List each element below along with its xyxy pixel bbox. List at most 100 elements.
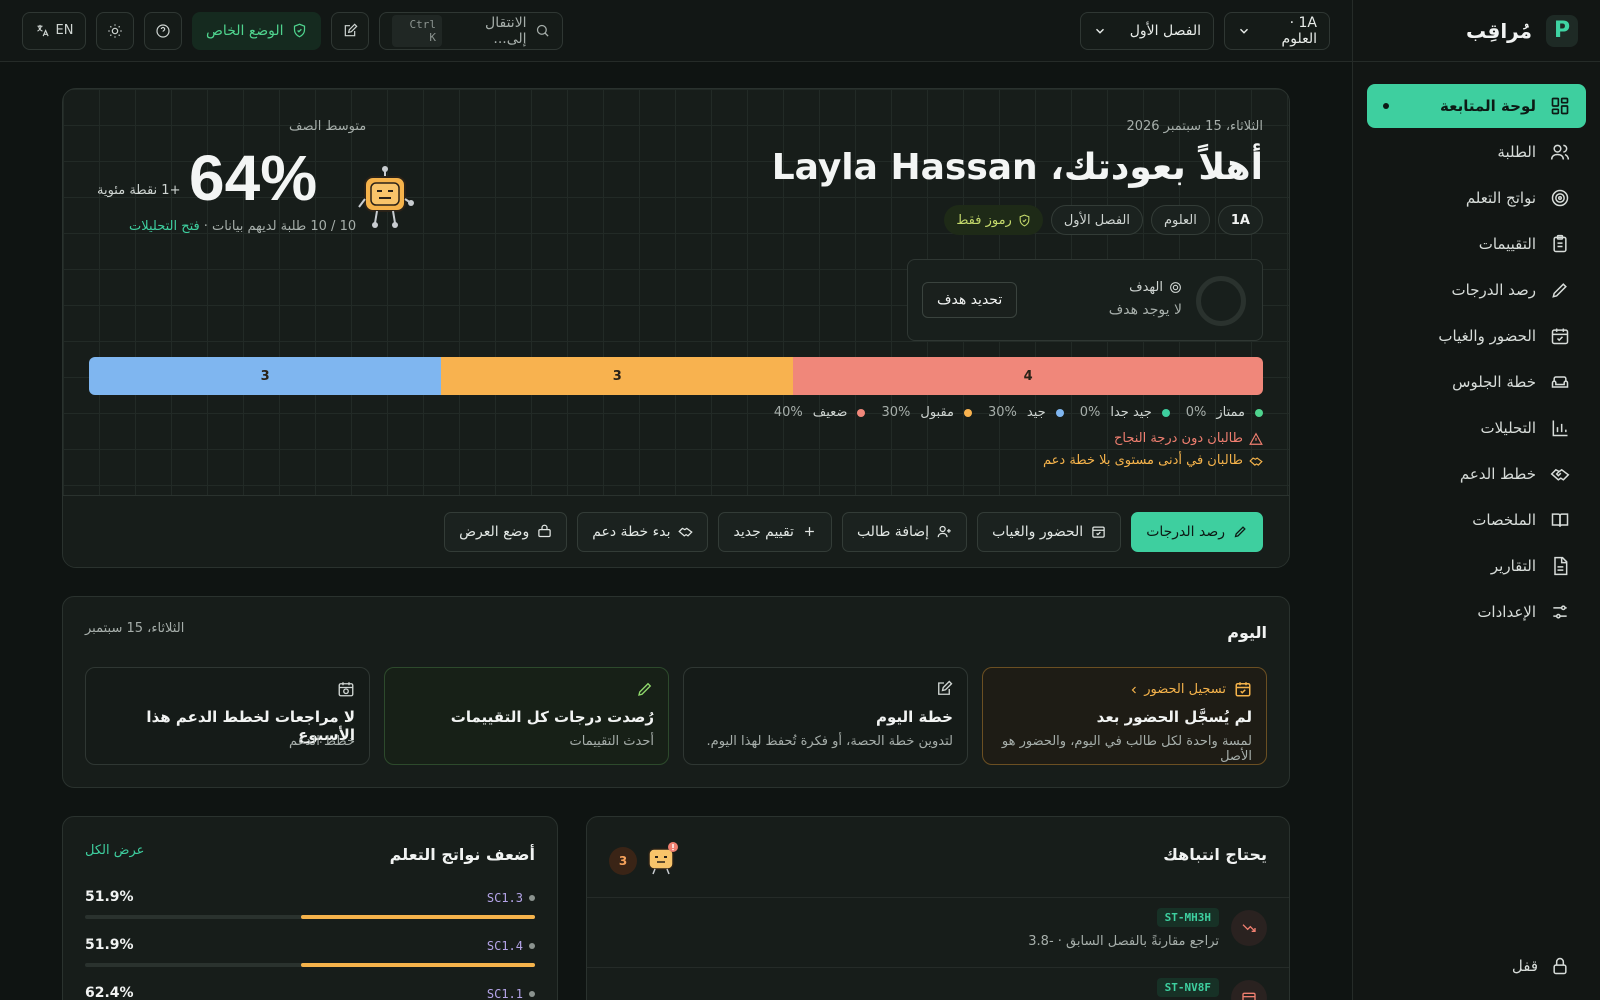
sidebar-item-label: خطة الجلوس bbox=[1452, 373, 1536, 391]
search-input[interactable]: الانتقال إلى... Ctrl K bbox=[378, 11, 563, 50]
legend-good: جيد 30% bbox=[988, 405, 1064, 420]
outcome-track bbox=[85, 963, 535, 967]
codes-only-badge[interactable]: رموز فقط bbox=[944, 205, 1043, 235]
below-pass-alert[interactable]: طالبان دون درجة النجاح bbox=[1114, 431, 1263, 446]
segment-weak[interactable]: 4 bbox=[793, 357, 1263, 395]
pencil-icon bbox=[636, 680, 654, 702]
record-attendance-link[interactable]: تسجيل الحضور bbox=[1128, 682, 1226, 697]
today-panel: اليوم الثلاثاء، 15 سبتمبر تسجيل الحضور ل… bbox=[62, 596, 1290, 788]
sidebar-item-settings[interactable]: الإعدادات bbox=[1367, 590, 1586, 634]
presentation-mode-button[interactable]: وضع العرض bbox=[444, 511, 568, 552]
outcome-row[interactable]: SC1.1 62.4% bbox=[85, 985, 535, 1000]
action-label: إضافة طالب bbox=[856, 523, 930, 540]
sidebar-item-analytics[interactable]: التحليلات bbox=[1367, 406, 1586, 450]
sidebar-item-attendance[interactable]: الحضور والغياب bbox=[1367, 314, 1586, 358]
warning-icon bbox=[1249, 432, 1263, 446]
class-average-label: متوسط الصف bbox=[289, 119, 367, 134]
calendar-check-icon bbox=[1234, 680, 1252, 702]
term-select[interactable]: الفصل الأول bbox=[1080, 11, 1214, 50]
chip-subject[interactable]: العلوم bbox=[1150, 205, 1210, 235]
attention-count-badge: 3 bbox=[609, 847, 637, 875]
legend-acceptable: مقبول 30% bbox=[881, 405, 973, 420]
legend-weak: ضعيف 40% bbox=[774, 405, 866, 420]
lock-icon bbox=[1550, 956, 1570, 976]
theme-toggle[interactable] bbox=[96, 11, 134, 50]
grades-recorded-card[interactable]: رُصدت درجات كل التقييمات أحدث التقييمات bbox=[384, 667, 669, 765]
no-support-text: طالبان في أدنى مستوى بلا خطة دعم bbox=[1042, 453, 1243, 468]
support-reviews-card[interactable]: لا مراجعات لخطط الدعم هذا الأسبوع خطط ال… bbox=[85, 667, 370, 765]
sidebar-item-label: التقييمات bbox=[1478, 235, 1536, 253]
sidebar-item-grades[interactable]: رصد الدرجات bbox=[1367, 268, 1586, 312]
sidebar-item-summaries[interactable]: الملخصات bbox=[1367, 498, 1586, 542]
sidebar-item-dashboard[interactable]: لوحة المتابعة bbox=[1367, 84, 1586, 128]
student-code: ST-NV8F bbox=[1156, 978, 1219, 997]
action-label: رصد الدرجات bbox=[1146, 523, 1225, 540]
set-goal-button[interactable]: تحديد هدف bbox=[922, 282, 1018, 318]
outcome-code: SC1.3 bbox=[487, 891, 535, 905]
action-label: بدء خطة دعم bbox=[592, 523, 671, 540]
sidebar-item-outcomes[interactable]: نواتج التعلم bbox=[1367, 176, 1586, 220]
codes-only-label: رموز فقط bbox=[956, 212, 1012, 228]
lock-button[interactable]: قفل bbox=[1512, 956, 1570, 976]
lesson-plan-card[interactable]: خطة اليوم لتدوين خطة الحصة، أو فكرة تُحف… bbox=[683, 667, 968, 765]
search-shortcut: Ctrl K bbox=[391, 14, 443, 47]
quick-note-button[interactable] bbox=[330, 11, 369, 50]
sidebar-item-assessments[interactable]: التقييمات bbox=[1367, 222, 1586, 266]
segment-acceptable[interactable]: 3 bbox=[441, 357, 794, 395]
language-switch[interactable]: EN bbox=[22, 11, 86, 50]
sidebar-item-reports[interactable]: التقارير bbox=[1367, 544, 1586, 588]
student-code: ST-MH3H bbox=[1156, 908, 1219, 927]
outcome-value: 62.4% bbox=[85, 985, 134, 1000]
outcome-row[interactable]: SC1.4 51.9% bbox=[85, 937, 535, 979]
view-all-link[interactable]: عرض الكل bbox=[85, 843, 144, 858]
context-chips: 1A العلوم الفصل الأول رموز فقط bbox=[944, 205, 1263, 235]
trend-down-icon bbox=[1231, 910, 1267, 946]
grade-legend: ممتاز 0% جيد جدا 0% جيد 30% مقبول 30% ضعيف 40… bbox=[774, 405, 1263, 420]
user-plus-icon bbox=[937, 524, 952, 539]
outcome-code-text: SC1.1 bbox=[486, 987, 523, 1000]
help-button[interactable] bbox=[144, 11, 182, 50]
below-pass-text: طالبان دون درجة النجاح bbox=[1113, 431, 1243, 446]
attention-panel: يحتاج انتباهك 3 ST-MH3H تراجع مقارنةً با… bbox=[586, 816, 1290, 1000]
card-subtitle: أحدث التقييمات bbox=[569, 734, 654, 749]
chevron-down-icon bbox=[1093, 24, 1107, 38]
sidebar-item-support[interactable]: خطط الدعم bbox=[1367, 452, 1586, 496]
class-average-meta: 10 / 10 طلبة لديهم بيانات · فتح التحليلا… bbox=[129, 219, 356, 234]
class-select[interactable]: 1A · العلوم bbox=[1224, 11, 1330, 50]
add-student-button[interactable]: إضافة طالب bbox=[841, 511, 968, 552]
alarm-clock-icon bbox=[337, 680, 355, 702]
new-assessment-button[interactable]: تقييم جديد bbox=[718, 511, 832, 552]
action-label: تقييم جديد bbox=[733, 523, 794, 540]
attention-row[interactable]: ST-MH3H تراجع مقارنةً بالفصل السابق · -3… bbox=[587, 897, 1289, 965]
chevron-down-icon bbox=[1237, 24, 1251, 38]
sidebar-item-seating[interactable]: خطة الجلوس bbox=[1367, 360, 1586, 404]
target-icon bbox=[1169, 281, 1182, 294]
record-grades-button[interactable]: رصد الدرجات bbox=[1131, 511, 1263, 552]
class-average-value: 64% bbox=[189, 142, 318, 214]
goal-label: الهدف bbox=[1129, 280, 1182, 295]
sidebar-item-label: الحضور والغياب bbox=[1438, 327, 1536, 345]
shield-check-icon bbox=[1018, 214, 1031, 227]
outcome-code-text: SC1.3 bbox=[486, 891, 523, 905]
outcome-value: 51.9% bbox=[85, 937, 134, 953]
no-support-alert[interactable]: طالبان في أدنى مستوى بلا خطة دعم bbox=[1043, 453, 1263, 468]
brand[interactable]: P مُراقِب bbox=[1353, 0, 1600, 62]
private-mode-toggle[interactable]: الوضع الخاص bbox=[192, 11, 321, 50]
edit-note-icon bbox=[342, 22, 358, 39]
outcome-value: 51.9% bbox=[85, 889, 134, 905]
open-analytics-link[interactable]: فتح التحليلات bbox=[129, 219, 200, 234]
sidebar-item-students[interactable]: الطلبة bbox=[1367, 130, 1586, 174]
term-select-value: الفصل الأول bbox=[1129, 22, 1201, 39]
segment-good[interactable]: 3 bbox=[89, 357, 442, 395]
outcome-row[interactable]: SC1.3 51.9% bbox=[85, 889, 535, 931]
class-average-delta: +1 نقطة مئوية bbox=[97, 183, 181, 198]
today-title: اليوم bbox=[1227, 623, 1267, 642]
attendance-card[interactable]: تسجيل الحضور لم يُسجَّل الحضور بعد لمسة … bbox=[982, 667, 1267, 765]
chip-class[interactable]: 1A bbox=[1217, 205, 1263, 235]
attendance-button[interactable]: الحضور والغياب bbox=[977, 511, 1122, 552]
hero-date: الثلاثاء، 15 سبتمبر 2026 bbox=[1126, 119, 1263, 134]
chip-term[interactable]: الفصل الأول bbox=[1050, 205, 1143, 235]
attention-row[interactable]: ST-NV8F bbox=[587, 967, 1289, 1000]
brand-logo: P bbox=[1546, 14, 1578, 47]
start-support-plan-button[interactable]: بدء خطة دعم bbox=[577, 511, 709, 552]
